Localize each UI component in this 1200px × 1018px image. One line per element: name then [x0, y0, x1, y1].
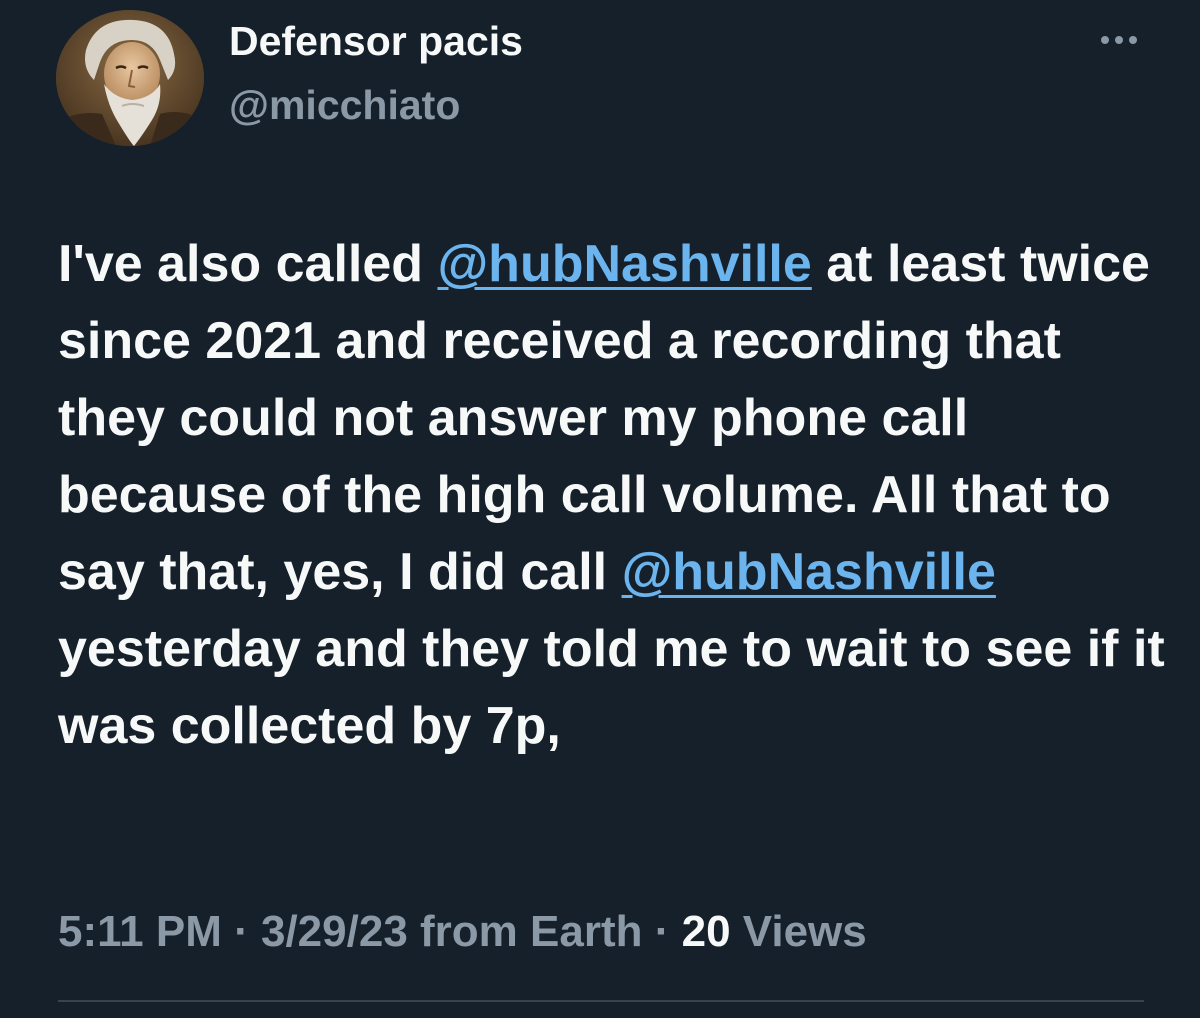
- mention-link[interactable]: @hubNashville: [622, 543, 996, 601]
- divider: [58, 1000, 1144, 1002]
- tweet-date[interactable]: 3/29/23: [261, 907, 408, 956]
- author-display-name[interactable]: Defensor pacis: [229, 14, 523, 68]
- author-handle[interactable]: @micchiato: [229, 78, 460, 132]
- tweet-meta: 5:11 PM · 3/29/23 from Earth · 20 Views: [58, 902, 867, 962]
- mention-link[interactable]: @hubNashville: [437, 235, 811, 293]
- meta-separator: ·: [642, 907, 682, 956]
- tweet: Defensor pacis @micchiato I've also call…: [0, 0, 1200, 1018]
- tweet-text: I've also called @hubNashville at least …: [58, 226, 1178, 765]
- views-count[interactable]: 20: [682, 907, 731, 956]
- meta-separator: ·: [221, 907, 261, 956]
- bearded-man-portrait-icon: [56, 10, 204, 146]
- tweet-source: from Earth: [407, 907, 643, 956]
- tweet-time[interactable]: 5:11 PM: [58, 907, 222, 956]
- views-label: Views: [730, 907, 867, 956]
- avatar[interactable]: [56, 10, 204, 146]
- tweet-text-segment: I've also called: [58, 235, 438, 293]
- tweet-text-segment: yesterday and they told me to wait to se…: [58, 620, 1165, 755]
- more-horizontal-icon[interactable]: [1096, 24, 1142, 56]
